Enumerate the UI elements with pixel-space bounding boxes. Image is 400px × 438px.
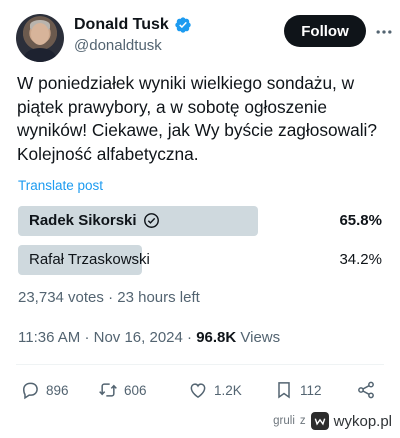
post-date[interactable]: Nov 16, 2024 — [94, 329, 183, 346]
name-row: Donald Tusk — [74, 16, 192, 34]
avatar-shirt — [24, 48, 56, 62]
handle[interactable]: @donaldtusk — [74, 37, 192, 54]
tweet-text: W poniedziałek wyniki wielkiego sondażu,… — [17, 73, 378, 164]
vote-count: 23,734 votes — [18, 289, 104, 306]
share-button[interactable] — [356, 378, 376, 402]
heart-icon — [190, 383, 206, 398]
reply-button[interactable]: 896 — [20, 378, 69, 402]
poll-option-1: Radek Sikorski 65.8% — [18, 206, 382, 236]
poll-option-percent: 34.2% — [339, 251, 382, 268]
poll-option-label: Rafał Trzaskowski — [29, 251, 150, 268]
poll-meta: 23,734 votes · 23 hours left — [18, 289, 200, 306]
separator: · — [108, 289, 114, 306]
follow-button[interactable]: Follow — [284, 15, 366, 47]
like-count: 1.2K — [214, 382, 242, 398]
reply-icon — [22, 382, 38, 400]
translate-post-link[interactable]: Translate post — [18, 178, 103, 193]
separator: · — [84, 329, 90, 346]
views-count[interactable]: 96.8K — [196, 329, 236, 346]
bookmark-icon — [278, 382, 290, 399]
watermark-site: wykop.pl — [333, 412, 392, 430]
verified-badge-icon — [174, 16, 192, 34]
poll-option-2: Rafał Trzaskowski 34.2% — [18, 245, 382, 275]
divider — [16, 364, 384, 365]
repost-button[interactable]: 606 — [98, 378, 147, 402]
timestamp: 11:36 AM · Nov 16, 2024 · 96.8K Views — [18, 329, 280, 346]
voted-check-icon — [143, 212, 160, 229]
time-left: 23 hours left — [117, 289, 200, 306]
more-options-icon[interactable] — [372, 20, 396, 44]
tweet-header: Donald Tusk @donaldtusk Follow — [16, 12, 392, 62]
author-info[interactable]: Donald Tusk @donaldtusk — [74, 16, 192, 54]
wykop-logo-icon — [310, 412, 329, 430]
bookmark-count: 112 — [300, 382, 322, 398]
share-icon — [358, 381, 374, 399]
avatar[interactable] — [16, 14, 64, 62]
display-name[interactable]: Donald Tusk — [74, 16, 169, 34]
watermark-via: z — [299, 415, 306, 427]
separator: · — [187, 329, 193, 346]
poll-option-name: Radek Sikorski — [29, 212, 137, 229]
action-bar: 896 606 1.2K 112 — [16, 378, 384, 402]
like-button[interactable]: 1.2K — [188, 378, 242, 402]
poll-option-percent: 65.8% — [339, 212, 382, 229]
reply-count: 896 — [46, 382, 69, 398]
post-time[interactable]: 11:36 AM — [18, 329, 80, 346]
avatar-face — [31, 23, 49, 45]
repost-icon — [99, 383, 117, 397]
poll-option-name: Rafał Trzaskowski — [29, 251, 150, 268]
bookmark-button[interactable]: 112 — [274, 378, 322, 402]
poll-option-label: Radek Sikorski — [29, 212, 160, 229]
views-label: Views — [240, 329, 281, 346]
watermark-user: gruli — [273, 415, 295, 427]
repost-count: 606 — [124, 382, 147, 398]
wykop-watermark: gruli z wykop.pl — [273, 410, 392, 432]
